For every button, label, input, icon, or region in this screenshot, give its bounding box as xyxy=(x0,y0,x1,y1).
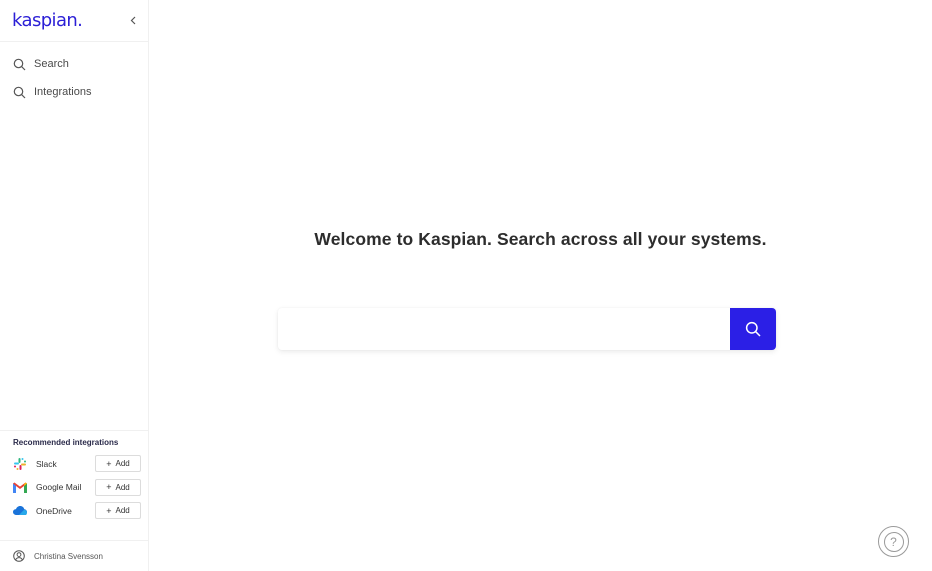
gmail-icon xyxy=(13,481,27,493)
logo[interactable]: kaspian. xyxy=(12,10,83,31)
add-slack-button[interactable]: + Add xyxy=(95,455,141,473)
help-button[interactable]: ? xyxy=(878,526,909,557)
chevron-left-icon[interactable] xyxy=(128,14,138,28)
search-icon xyxy=(13,58,26,71)
sidebar-item-label: Integrations xyxy=(34,86,92,98)
help-icon: ? xyxy=(883,531,904,552)
search-input[interactable] xyxy=(278,308,730,350)
add-label: Add xyxy=(115,482,130,492)
search-bar xyxy=(278,308,776,350)
recommended-title: Recommended integrations xyxy=(13,438,119,447)
onedrive-icon xyxy=(13,505,27,517)
main-content: Welcome to Kaspian. Search across all yo… xyxy=(149,0,932,571)
plus-icon: + xyxy=(106,505,112,516)
sidebar-nav: Search Integrations xyxy=(0,42,148,106)
search-icon xyxy=(745,321,761,337)
integration-row-slack: Slack + Add xyxy=(13,452,141,476)
recommended-integrations: Recommended integrations Slack + Add Goo… xyxy=(0,430,148,523)
app-root: kaspian. Search Integrations Recommended… xyxy=(0,0,932,571)
search-icon xyxy=(13,86,26,99)
sidebar-item-label: Search xyxy=(34,58,69,70)
integration-row-onedrive: OneDrive + Add xyxy=(13,499,141,523)
page-title: Welcome to Kaspian. Search across all yo… xyxy=(314,229,767,249)
integration-name: Google Mail xyxy=(36,482,82,493)
sidebar-item-integrations[interactable]: Integrations xyxy=(0,78,148,106)
search-button[interactable] xyxy=(730,308,776,350)
user-profile[interactable]: Christina Svensson xyxy=(0,540,148,571)
add-label: Add xyxy=(115,506,130,516)
slack-icon xyxy=(13,457,27,470)
add-onedrive-button[interactable]: + Add xyxy=(95,502,141,520)
user-name: Christina Svensson xyxy=(34,551,103,561)
sidebar-item-search[interactable]: Search xyxy=(0,50,148,78)
integration-name: OneDrive xyxy=(36,505,72,516)
user-circle-icon xyxy=(13,550,25,562)
integration-row-google-mail: Google Mail + Add xyxy=(13,476,141,500)
plus-icon: + xyxy=(106,458,112,469)
integration-name: Slack xyxy=(36,458,57,469)
add-label: Add xyxy=(115,459,130,469)
plus-icon: + xyxy=(106,482,112,493)
sidebar-header: kaspian. xyxy=(0,0,148,42)
add-google-mail-button[interactable]: + Add xyxy=(95,478,141,496)
sidebar: kaspian. Search Integrations Recommended… xyxy=(0,0,149,571)
